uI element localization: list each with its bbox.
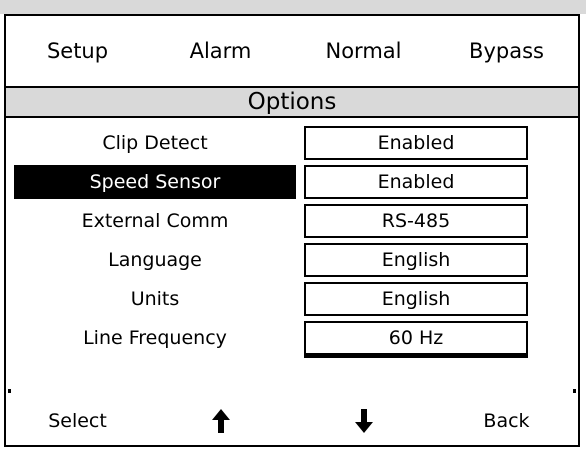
option-label: Clip Detect (102, 132, 208, 154)
hmi-screen: Setup Alarm Normal Bypass Options Clip D… (0, 0, 586, 449)
arrow-down-icon (354, 409, 373, 433)
option-row-line-frequency[interactable]: Line Frequency 60 Hz (6, 319, 578, 358)
option-label: Language (108, 249, 202, 271)
scroll-tick-right (573, 389, 576, 393)
option-row-clip-detect[interactable]: Clip Detect Enabled (6, 124, 578, 163)
tab-setup[interactable]: Setup (6, 39, 149, 63)
softkey-bar: Select Back (6, 396, 578, 446)
page-title: Options (6, 86, 578, 118)
up-softkey[interactable] (149, 408, 292, 434)
option-label: Line Frequency (83, 327, 227, 349)
option-value-field[interactable]: English (304, 243, 528, 277)
arrow-up-icon (211, 409, 230, 433)
option-label: Units (130, 288, 180, 310)
options-list: Clip Detect Enabled Speed Sensor Enabled… (6, 124, 578, 358)
list-scroll-indicator (6, 389, 578, 393)
option-value-field[interactable]: Enabled (304, 126, 528, 160)
option-value-field[interactable]: 60 Hz (304, 321, 528, 355)
tab-alarm[interactable]: Alarm (149, 39, 292, 63)
option-row-language[interactable]: Language English (6, 241, 578, 280)
top-tab-bar: Setup Alarm Normal Bypass (6, 14, 578, 86)
option-row-units[interactable]: Units English (6, 280, 578, 319)
select-softkey[interactable]: Select (6, 410, 149, 432)
scroll-tick-left (8, 389, 11, 393)
option-label: External Comm (81, 210, 229, 232)
option-row-speed-sensor[interactable]: Speed Sensor Enabled (6, 163, 578, 202)
back-softkey[interactable]: Back (435, 410, 578, 432)
option-label-selected: Speed Sensor (14, 165, 296, 199)
tab-bypass[interactable]: Bypass (435, 39, 578, 63)
top-border (0, 0, 586, 14)
option-value-field[interactable]: English (304, 282, 528, 316)
option-value-field[interactable]: RS-485 (304, 204, 528, 238)
option-row-external-comm[interactable]: External Comm RS-485 (6, 202, 578, 241)
tab-normal[interactable]: Normal (292, 39, 435, 63)
option-value-field[interactable]: Enabled (304, 165, 528, 199)
down-softkey[interactable] (292, 408, 435, 434)
